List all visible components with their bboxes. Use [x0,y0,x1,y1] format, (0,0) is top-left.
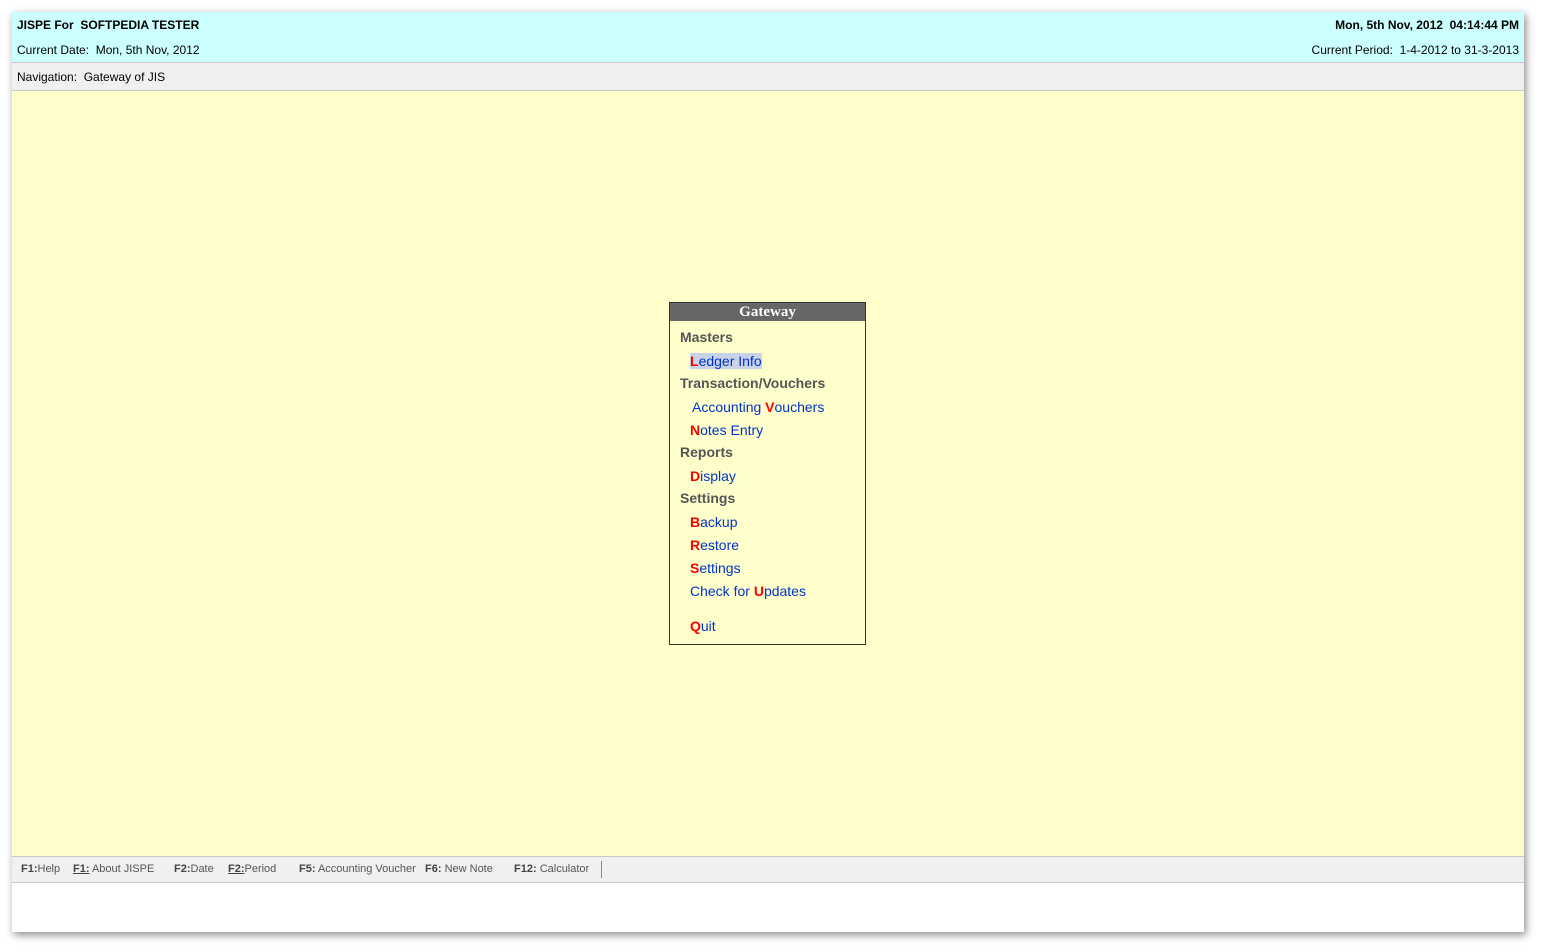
menu-item-label: estore [700,537,740,553]
fkey-label: Help [37,863,61,875]
function-key-bar: F1:Help F1: About JISPE F2:Date F2:Perio… [12,856,1524,883]
menu-item-label: ettings [699,560,741,576]
fkey-calculator[interactable]: F12: Calculator [514,863,589,875]
fkey-key: F5: [299,863,316,875]
header-bar: JISPE For SOFTPEDIA TESTER Mon, 5th Nov,… [12,12,1524,62]
fkey-key: F2: [228,863,245,875]
gateway-menu: Gateway Masters Ledger Info Transaction/… [669,302,866,645]
main-area: Gateway Masters Ledger Info Transaction/… [12,91,1524,856]
fkey-period[interactable]: F2:Period [228,863,276,875]
menu-item-check-updates[interactable]: Check for Updates [690,583,806,599]
menu-item-quit[interactable]: Quit [690,618,716,634]
hotkey: U [753,583,764,599]
navigation-bar: Navigation: Gateway of JIS [12,62,1524,91]
fkey-date[interactable]: F2:Date [174,863,214,875]
section-masters: Masters [680,329,733,345]
menu-item-backup[interactable]: Backup [690,514,737,530]
current-date-label: Current Date: [17,43,90,57]
fkey-label: Date [190,863,214,875]
fkey-label: Period [244,863,277,875]
status-area [12,883,1524,932]
menu-item-display[interactable]: Display [690,468,736,484]
breadcrumb: Navigation: Gateway of JIS [17,70,165,84]
menu-item-label: otes Entry [700,422,764,438]
app-window: JISPE For SOFTPEDIA TESTER Mon, 5th Nov,… [12,12,1524,932]
menu-title: Gateway [670,303,865,321]
section-reports: Reports [680,444,733,460]
menu-item-restore[interactable]: Restore [690,537,739,553]
menu-item-label: uit [700,618,716,634]
menu-item-ledger-info[interactable]: Ledger Info [690,353,762,369]
menu-item-settings[interactable]: Settings [690,560,741,576]
menu-item-notes-entry[interactable]: Notes Entry [690,422,763,438]
fkey-help[interactable]: F1:Help [21,863,60,875]
menu-item-label: Check for [690,583,754,599]
fkey-key: F12: [514,863,537,875]
section-transactions: Transaction/Vouchers [680,375,826,391]
menu-item-label: pdates [763,583,806,599]
section-settings: Settings [680,490,736,506]
hotkey: D [690,468,701,484]
current-date: Current Date: Mon, 5th Nov, 2012 [17,43,200,57]
fkey-key: F2: [174,863,191,875]
navigation-label: Navigation: [17,70,78,84]
hotkey: N [690,422,701,438]
menu-item-label: ouchers [774,399,825,415]
menu-item-label: ackup [700,514,738,530]
current-period-value: 1-4-2012 to 31-3-2013 [1399,43,1519,57]
footer-divider [601,861,602,878]
fkey-key: F1: [73,863,90,875]
fkey-new-note[interactable]: F6: New Note [425,863,493,875]
fkey-label: Calculator [539,863,590,875]
fkey-key: F1: [21,863,38,875]
fkey-label: Accounting Voucher [317,863,416,875]
fkey-label: New Note [444,863,493,875]
menu-item-label: edger Info [698,353,762,369]
hotkey: L [690,353,699,369]
fkey-key: F6: [425,863,442,875]
hotkey: Q [690,618,701,634]
fkey-about[interactable]: F1: About JISPE [73,863,154,875]
fkey-accounting-voucher[interactable]: F5: Accounting Voucher [299,863,416,875]
menu-item-label: Accounting [692,399,766,415]
current-period: Current Period: 1-4-2012 to 31-3-2013 [1312,43,1519,57]
fkey-label: About JISPE [91,863,155,875]
hotkey: V [765,399,775,415]
company-title: JISPE For SOFTPEDIA TESTER [17,18,200,32]
datetime-display: Mon, 5th Nov, 2012 04:14:44 PM [1335,18,1519,32]
navigation-value: Gateway of JIS [83,70,166,84]
hotkey: S [690,560,700,576]
hotkey: B [690,514,701,530]
menu-item-accounting-vouchers[interactable]: Accounting Vouchers [692,399,824,415]
menu-item-label: isplay [700,468,736,484]
current-date-value: Mon, 5th Nov, 2012 [95,43,200,57]
hotkey: R [690,537,701,553]
current-period-label: Current Period: [1311,43,1393,57]
